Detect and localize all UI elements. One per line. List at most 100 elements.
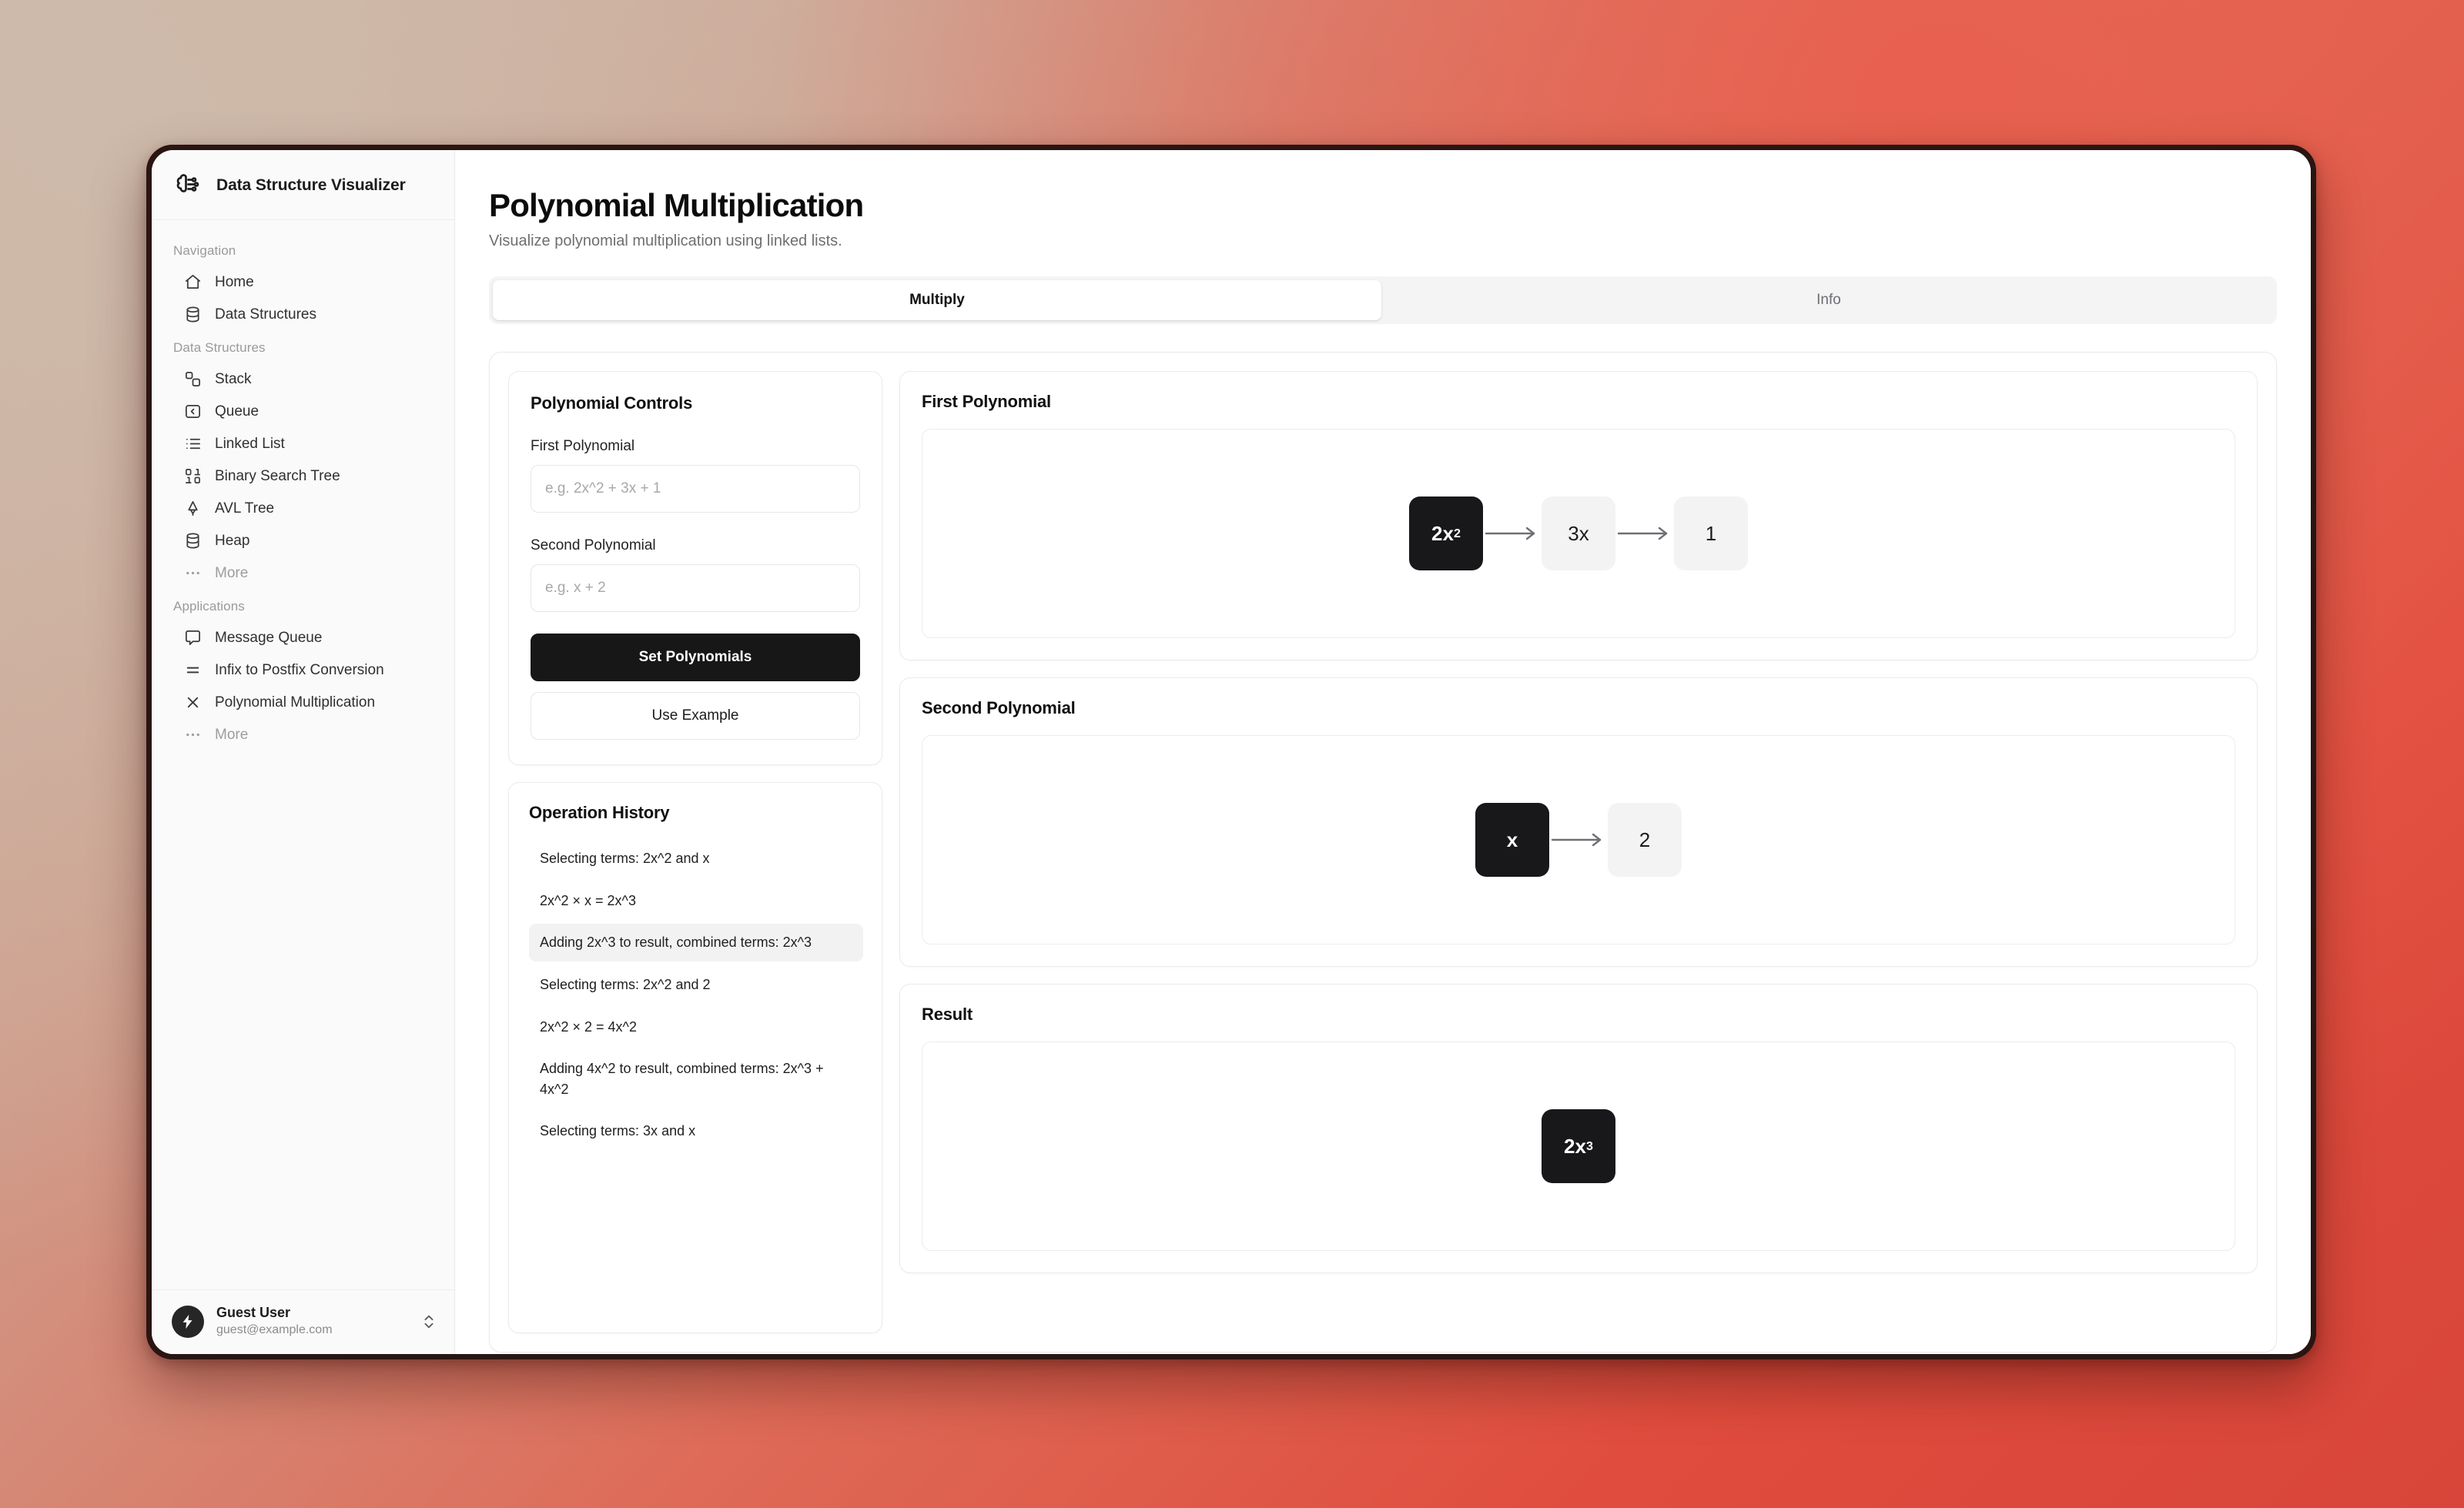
page-subtitle: Visualize polynomial multiplication usin… — [489, 232, 842, 250]
poly-node[interactable]: 1 — [1674, 497, 1748, 571]
sidebar-item-label: AVL Tree — [215, 500, 275, 517]
node-base: 2x — [1564, 1135, 1586, 1159]
message-square-icon — [184, 629, 202, 647]
sidebar-item-more-data-structures[interactable]: More — [162, 557, 444, 589]
sidebar-item-home[interactable]: Home — [162, 266, 444, 298]
sidebar-item-label: Linked List — [215, 435, 285, 452]
second-polynomial-title: Second Polynomial — [922, 698, 1076, 718]
sidebar-item-binary-search-tree[interactable]: Binary Search Tree — [162, 460, 444, 492]
sidebar-nav: Navigation Home Data Structures Data Str… — [152, 220, 454, 1289]
sidebar-item-more-applications[interactable]: More — [162, 719, 444, 751]
first-polynomial-input[interactable] — [531, 465, 860, 513]
sidebar-item-label: More — [215, 726, 249, 743]
avatar — [172, 1305, 204, 1338]
use-example-button[interactable]: Use Example — [531, 692, 860, 741]
equals-icon — [184, 661, 202, 679]
nav-group-label-data-structures: Data Structures — [173, 340, 266, 355]
main-content: Polynomial Multiplication Visualize poly… — [455, 150, 2311, 1354]
poly-node[interactable]: 2x 3 — [1542, 1109, 1615, 1184]
brain-circuit-icon — [173, 172, 201, 199]
result-card: Result 2x 3 — [899, 984, 2258, 1274]
sidebar-item-label: Heap — [215, 532, 250, 549]
first-polynomial-label: First Polynomial — [531, 438, 635, 455]
binary-icon — [184, 467, 202, 485]
stack-squares-icon — [184, 370, 202, 388]
list-icon — [184, 435, 202, 453]
result-stage: 2x 3 — [922, 1042, 2235, 1252]
tree-pine-icon — [184, 500, 202, 517]
app-window: Data Structure Visualizer Navigation Hom… — [146, 145, 2316, 1359]
sidebar-item-infix-to-postfix-conversion[interactable]: Infix to Postfix Conversion — [162, 654, 444, 686]
user-name: Guest User — [216, 1305, 291, 1321]
poly-node[interactable]: 2x 2 — [1409, 497, 1483, 571]
second-polynomial-card: Second Polynomial x 2 — [899, 677, 2258, 968]
sidebar-item-data-structures[interactable]: Data Structures — [162, 299, 444, 330]
sidebar-item-stack[interactable]: Stack — [162, 363, 444, 395]
sidebar-item-label: Home — [215, 273, 254, 290]
second-polynomial-input[interactable] — [531, 564, 860, 613]
list-item: Adding 2x^3 to result, combined terms: 2… — [529, 924, 863, 961]
sidebar-item-label: Message Queue — [215, 629, 323, 646]
sidebar-item-label: Polynomial Multiplication — [215, 694, 376, 711]
first-polynomial-title: First Polynomial — [922, 392, 1051, 412]
sidebar-item-message-queue[interactable]: Message Queue — [162, 622, 444, 654]
operation-history-title: Operation History — [529, 803, 670, 823]
sidebar-item-label: Data Structures — [215, 306, 316, 323]
sidebar-item-label: Stack — [215, 370, 252, 387]
list-item: Adding 4x^2 to result, combined terms: 2… — [540, 1061, 824, 1097]
right-column: First Polynomial 2x 2 3x 1 Second Polyno… — [899, 371, 2258, 1333]
database-icon — [184, 306, 202, 323]
tab-info[interactable]: Info — [1384, 280, 2273, 320]
sidebar-item-label: Binary Search Tree — [215, 467, 340, 484]
nav-group-label-navigation: Navigation — [173, 243, 236, 258]
linked-list-nodes: 2x 3 — [1542, 1109, 1615, 1184]
list-item: Selecting terms: 2x^2 and 2 — [540, 976, 711, 992]
list-item: Selecting terms: 3x and x — [540, 1123, 696, 1139]
user-email: guest@example.com — [216, 1323, 333, 1337]
list-item: Selecting terms: 2x^2 and x — [540, 851, 710, 867]
operation-history-card: Operation History Selecting terms: 2x^2 … — [508, 782, 882, 1334]
poly-node[interactable]: 3x — [1542, 497, 1615, 571]
sidebar-item-avl-tree[interactable]: AVL Tree — [162, 493, 444, 524]
set-polynomials-button[interactable]: Set Polynomials — [531, 634, 860, 682]
second-polynomial-label: Second Polynomial — [531, 537, 656, 554]
polynomial-controls-card: Polynomial Controls First Polynomial Sec… — [508, 371, 882, 766]
node-base: 1 — [1705, 522, 1717, 546]
brand-title: Data Structure Visualizer — [216, 176, 406, 195]
sidebar-item-heap[interactable]: Heap — [162, 525, 444, 557]
first-polynomial-stage: 2x 2 3x 1 — [922, 429, 2235, 639]
ellipsis-icon — [184, 564, 202, 582]
page-title: Polynomial Multiplication — [489, 187, 864, 223]
brand-header[interactable]: Data Structure Visualizer — [152, 150, 454, 220]
poly-node[interactable]: 2 — [1608, 803, 1682, 878]
user-account-button[interactable]: Guest User guest@example.com — [152, 1289, 454, 1354]
tab-multiply[interactable]: Multiply — [493, 280, 1381, 321]
first-polynomial-card: First Polynomial 2x 2 3x 1 — [899, 371, 2258, 661]
chevrons-up-down-icon — [420, 1313, 437, 1330]
sidebar-item-label: Infix to Postfix Conversion — [215, 661, 384, 678]
second-polynomial-stage: x 2 — [922, 735, 2235, 945]
result-title: Result — [922, 1005, 973, 1025]
database-icon — [184, 532, 202, 550]
left-column: Polynomial Controls First Polynomial Sec… — [508, 371, 882, 1334]
sidebar: Data Structure Visualizer Navigation Hom… — [152, 150, 455, 1354]
node-base: x — [1506, 828, 1518, 852]
poly-node[interactable]: x — [1475, 803, 1549, 878]
window-inner: Data Structure Visualizer Navigation Hom… — [152, 150, 2311, 1354]
queue-square-chevron-icon — [184, 403, 202, 420]
user-info: Guest User guest@example.com — [216, 1304, 408, 1339]
node-base: 2 — [1639, 828, 1651, 852]
sidebar-item-queue[interactable]: Queue — [162, 396, 444, 427]
polynomial-controls-title: Polynomial Controls — [531, 393, 693, 413]
linked-list-nodes: x 2 — [1475, 803, 1682, 878]
home-icon — [184, 273, 202, 291]
ellipsis-icon — [184, 726, 202, 744]
sidebar-item-polynomial-multiplication[interactable]: Polynomial Multiplication — [162, 687, 444, 718]
arrow-right-icon — [1549, 831, 1608, 849]
x-icon — [184, 694, 202, 711]
sidebar-item-label: Queue — [215, 403, 259, 420]
linked-list-nodes: 2x 2 3x 1 — [1409, 497, 1748, 571]
list-item: 2x^2 × 2 = 4x^2 — [540, 1018, 637, 1035]
sidebar-item-linked-list[interactable]: Linked List — [162, 428, 444, 460]
operation-history-list: Selecting terms: 2x^2 and x 2x^2 × x = 2… — [529, 840, 863, 1150]
